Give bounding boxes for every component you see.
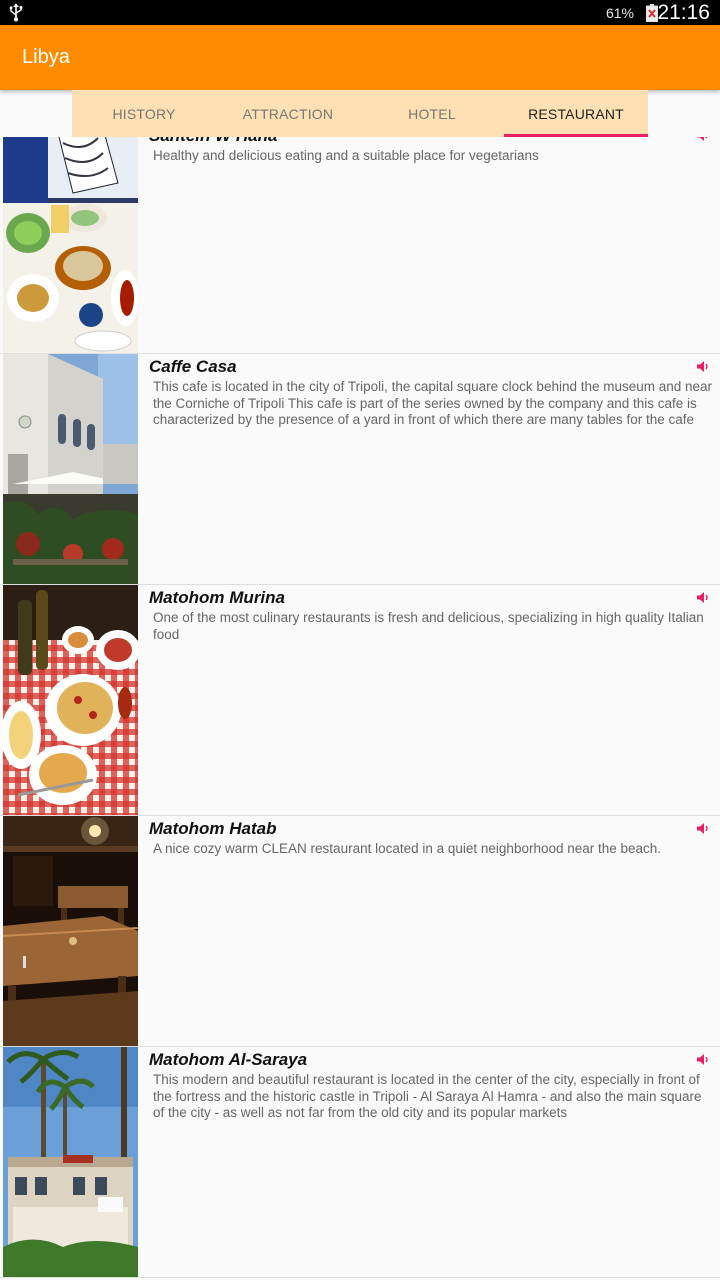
tab-bar: HISTORY ATTRACTION HOTEL RESTAURANT bbox=[72, 90, 648, 137]
tab-label: RESTAURANT bbox=[528, 105, 624, 122]
speaker-icon[interactable] bbox=[696, 137, 710, 142]
speaker-icon[interactable] bbox=[696, 822, 710, 835]
restaurant-name: Matohom Murina bbox=[149, 588, 285, 607]
tab-label: HOTEL bbox=[408, 105, 456, 122]
speaker-icon[interactable] bbox=[696, 591, 710, 604]
palm-building-photo bbox=[3, 1047, 138, 1277]
mezze-dishes-photo bbox=[3, 137, 138, 353]
app-title: Libya bbox=[22, 46, 70, 68]
tab-hotel[interactable]: HOTEL bbox=[360, 90, 504, 137]
restaurant-name: Matohom Hatab bbox=[149, 819, 277, 838]
wooden-interior-photo bbox=[3, 816, 138, 1046]
tab-restaurant[interactable]: RESTAURANT bbox=[504, 90, 648, 137]
list-item[interactable]: Matohom Al-Saraya This modern and beauti… bbox=[0, 1047, 720, 1278]
cafe-terrace-photo bbox=[3, 354, 138, 584]
speaker-icon[interactable] bbox=[696, 360, 710, 373]
battery-icon bbox=[646, 4, 658, 22]
tab-label: HISTORY bbox=[112, 105, 176, 122]
tab-label: ATTRACTION bbox=[242, 105, 334, 122]
restaurant-description: One of the most culinary restaurants is … bbox=[153, 610, 704, 642]
battery-percentage: 61% bbox=[605, 5, 634, 21]
speaker-icon[interactable] bbox=[696, 1053, 710, 1066]
restaurant-name: Caffe Casa bbox=[149, 357, 237, 376]
restaurant-description: This modern and beautiful restaurant is … bbox=[153, 1072, 702, 1120]
list-item[interactable]: Matohom Murina One of the most culinary … bbox=[0, 585, 720, 816]
tab-history[interactable]: HISTORY bbox=[72, 90, 216, 137]
restaurant-description: A nice cozy warm CLEAN restaurant locate… bbox=[153, 841, 662, 856]
tab-attraction[interactable]: ATTRACTION bbox=[216, 90, 360, 137]
status-bar: 61% 21:16 bbox=[0, 0, 720, 25]
clock: 21:16 bbox=[657, 1, 710, 24]
app-bar: Libya bbox=[0, 25, 720, 90]
restaurant-description: Healthy and delicious eating and a suita… bbox=[153, 148, 539, 163]
restaurant-name: Matohom Al-Saraya bbox=[149, 1050, 308, 1069]
pizza-table-photo bbox=[3, 585, 138, 815]
restaurant-list[interactable]: Sahtein W Hana Healthy and delicious eat… bbox=[0, 137, 720, 1280]
list-item[interactable]: Matohom Hatab A nice cozy warm CLEAN res… bbox=[0, 816, 720, 1047]
restaurant-name: Sahtein W Hana bbox=[149, 137, 277, 146]
list-item[interactable]: Caffe Casa This cafe is located in the c… bbox=[0, 354, 720, 585]
list-item[interactable]: Sahtein W Hana Healthy and delicious eat… bbox=[0, 137, 720, 354]
restaurant-description: This cafe is located in the city of Trip… bbox=[153, 379, 713, 427]
usb-icon bbox=[9, 3, 23, 22]
